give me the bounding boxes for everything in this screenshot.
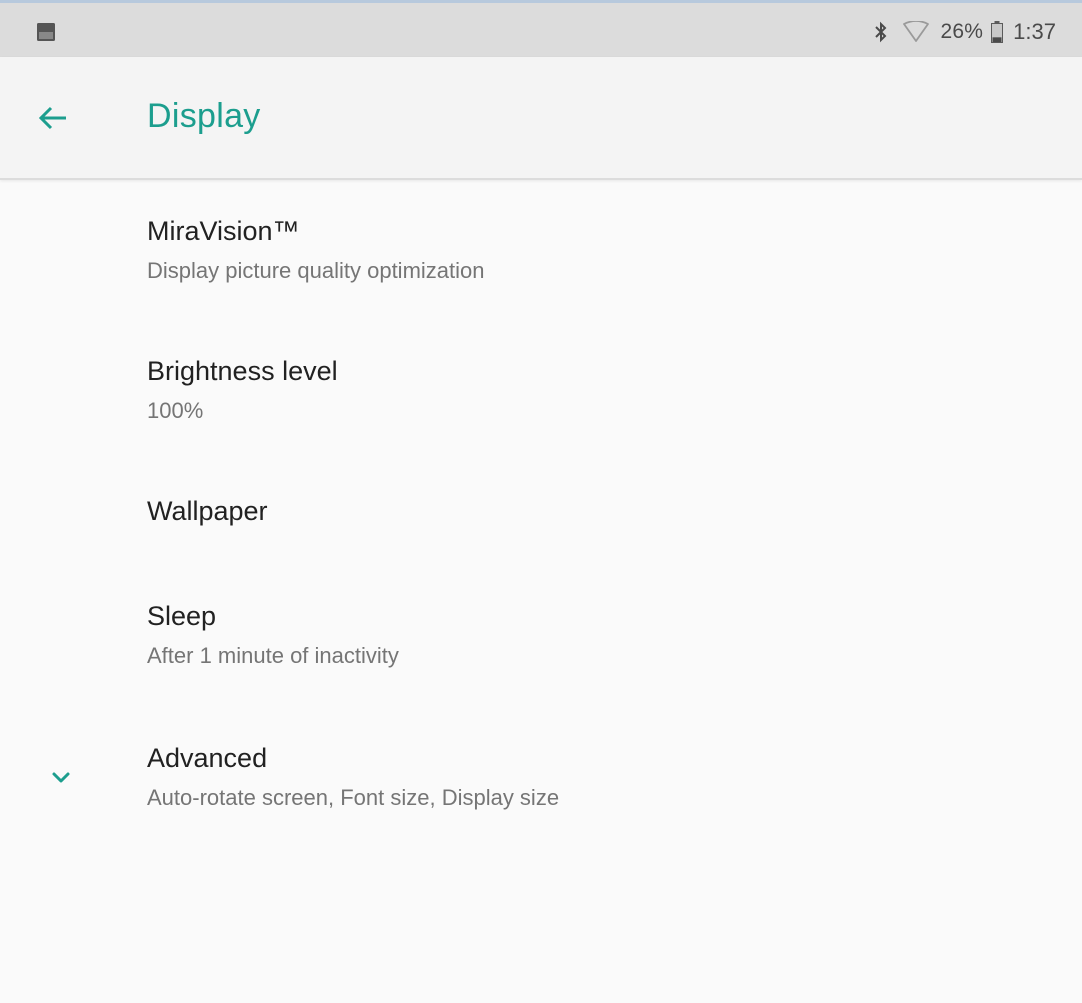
brightness-level-summary: 100% [147, 398, 204, 423]
sleep-title: Sleep [147, 601, 217, 631]
status-bar: 26% 1:37 [0, 3, 1082, 57]
wallpaper-item[interactable]: Wallpaper [0, 460, 1082, 580]
advanced-title: Advanced [147, 743, 268, 773]
status-time: 1:37 [1013, 19, 1056, 44]
battery-percent: 26% [940, 20, 984, 43]
miravision-title: MiraVision™ [147, 216, 300, 246]
battery-icon [991, 21, 1004, 43]
advanced-item[interactable]: Advanced Auto-rotate screen, Font size, … [0, 720, 1082, 860]
brightness-level-item[interactable]: Brightness level 100% [0, 320, 1082, 460]
back-button[interactable] [26, 91, 80, 145]
back-arrow-icon [38, 106, 66, 130]
page-title: Display [147, 97, 261, 135]
miravision-summary: Display picture quality optimization [147, 258, 485, 283]
chevron-down-icon [52, 772, 70, 783]
sleep-summary: After 1 minute of inactivity [147, 643, 399, 668]
advanced-summary: Auto-rotate screen, Font size, Display s… [147, 785, 560, 810]
bluetooth-icon [874, 21, 886, 43]
wifi-icon [902, 21, 929, 42]
brightness-level-title: Brightness level [147, 356, 338, 386]
wallpaper-title: Wallpaper [147, 496, 268, 526]
image-icon [37, 23, 55, 41]
sleep-item[interactable]: Sleep After 1 minute of inactivity [0, 580, 1082, 720]
app-bar: Display [0, 57, 1082, 180]
miravision-item[interactable]: MiraVision™ Display picture quality opti… [0, 180, 1082, 320]
display-settings-screen: 26% 1:37 Display MiraVision™ Display pic… [0, 0, 1082, 1003]
status-indicators: 26% 1:37 [873, 15, 1056, 49]
